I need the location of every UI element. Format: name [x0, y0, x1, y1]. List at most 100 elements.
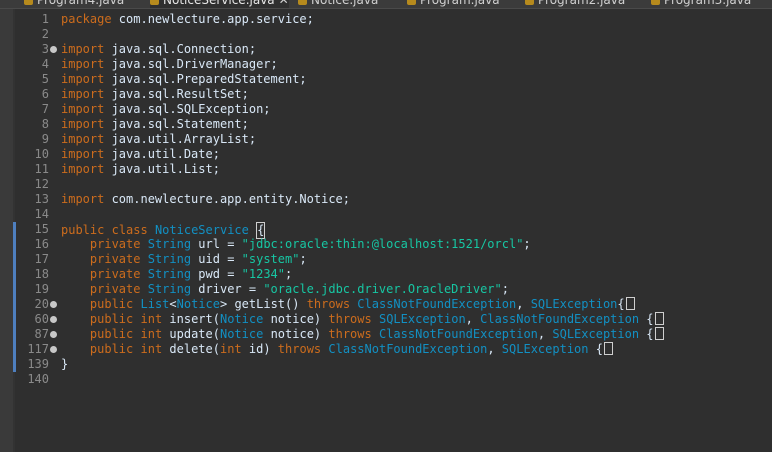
java-file-icon [651, 0, 660, 5]
keyword-token: import [61, 42, 105, 56]
keyword-token: import [61, 147, 105, 161]
fold-toggle-icon[interactable] [50, 331, 57, 338]
code-line: 11 import java.util.List; [0, 162, 772, 177]
plain-token: url = [191, 237, 242, 251]
code-text[interactable]: import java.util.ArrayList; [61, 132, 256, 147]
code-text[interactable]: public int update(Notice notice) throws … [61, 327, 664, 342]
keyword-token: int [140, 327, 163, 341]
code-text[interactable]: private String driver = "oracle.jdbc.dri… [61, 282, 509, 297]
tab-label: Program2.java [538, 0, 626, 7]
plain-token: delete( [162, 342, 220, 356]
keyword-token: private [89, 267, 141, 281]
code-text[interactable]: import java.sql.SQLException; [61, 102, 271, 117]
plain-token: java.sql.ResultSet; [104, 87, 249, 101]
type-token: Notice [176, 297, 220, 311]
close-icon[interactable]: ✕ [279, 0, 289, 7]
type-token: String [147, 237, 192, 251]
fold-toggle-icon[interactable] [50, 346, 57, 353]
code-text[interactable]: import java.util.Date; [61, 147, 220, 162]
line-number: 18 [34, 267, 49, 281]
code-text[interactable]: } [61, 357, 68, 372]
code-text[interactable]: import java.sql.Statement; [61, 117, 249, 132]
line-number: 19 [34, 282, 49, 296]
code-text[interactable]: private String pwd = "1234"; [61, 267, 292, 282]
plain-token: } [61, 357, 69, 371]
type-token: List [140, 297, 170, 311]
code-text[interactable]: import java.util.List; [61, 162, 220, 177]
tab-program-java[interactable]: Program.java [407, 0, 500, 8]
line-number: 117 [27, 342, 49, 356]
code-line: 19 private String driver = "oracle.jdbc.… [0, 282, 772, 297]
code-text[interactable]: private String uid = "system"; [61, 252, 307, 267]
tab-program2-java[interactable]: Program2.java [525, 0, 625, 8]
tab-notice-java[interactable]: Notice.java [298, 0, 378, 8]
code-line: 2 [0, 27, 772, 42]
plain-token: driver = [191, 282, 264, 296]
code-text[interactable]: private String url = "jdbc:oracle:thin:@… [61, 237, 531, 252]
code-text[interactable]: import com.newlecture.app.entity.Notice; [61, 192, 350, 207]
collapsed-code-indicator [654, 312, 664, 325]
code-text[interactable]: import java.sql.DriverManager; [61, 57, 278, 72]
keyword-token: package [61, 12, 112, 26]
code-line: 12 [0, 177, 772, 192]
line-number: 9 [41, 132, 49, 146]
string-token: "oracle.jdbc.driver.OracleDriver" [263, 282, 502, 296]
code-text[interactable]: import java.sql.PreparedStatement; [61, 72, 307, 87]
code-line: 10 import java.util.Date; [0, 147, 772, 162]
code-text[interactable]: public int delete(int id) throws ClassNo… [61, 342, 613, 357]
plain-token: ; [501, 282, 509, 296]
code-line: 139} [0, 357, 772, 372]
line-number: 5 [41, 72, 49, 86]
code-text[interactable]: public int insert(Notice notice) throws … [61, 312, 664, 327]
keyword-token: import [61, 162, 105, 176]
plain-token: java.util.Date; [104, 147, 220, 161]
keyword-token: throws [306, 297, 351, 311]
type-token: SQLException [501, 342, 589, 356]
fold-toggle-icon[interactable] [50, 316, 57, 323]
keyword-token: private [89, 282, 141, 296]
fold-toggle-icon[interactable] [50, 46, 57, 53]
type-token: Notice [219, 312, 264, 326]
code-line: 6 import java.sql.ResultSet; [0, 87, 772, 102]
line-number: 87 [34, 327, 49, 341]
line-number: 10 [34, 147, 49, 161]
tab-noticeservice-java[interactable]: NoticeService.java ✕ [150, 0, 289, 8]
tab-label: Notice.java [311, 0, 379, 7]
tab-program3-java[interactable]: Program3.java [651, 0, 751, 8]
java-file-icon [150, 0, 159, 5]
plain-token: insert( [162, 312, 220, 326]
code-text[interactable]: import java.sql.Connection; [61, 42, 256, 57]
keyword-token: class [111, 223, 148, 237]
code-text[interactable]: import java.sql.ResultSet; [61, 87, 249, 102]
code-line: 8 import java.sql.Statement; [0, 117, 772, 132]
collapsed-code-indicator [654, 327, 664, 340]
plain-token: java.sql.Connection; [104, 42, 257, 56]
tab-program4-java[interactable]: Program4.java [24, 0, 124, 8]
plain-token: id) [241, 342, 278, 356]
string-token: "jdbc:oracle:thin:@localhost:1521/orcl" [241, 237, 524, 251]
string-token: "system" [241, 252, 300, 266]
type-token: ClassNotFoundException [378, 327, 538, 341]
type-token: String [147, 252, 192, 266]
keyword-token: private [89, 237, 141, 251]
string-token: "1234" [241, 267, 286, 281]
plain-token: java.sql.SQLException; [104, 102, 271, 116]
code-text[interactable]: public List<Notice> getList() throws Cla… [61, 297, 635, 312]
fold-toggle-icon[interactable] [50, 301, 57, 308]
code-text[interactable]: package com.newlecture.app.service; [61, 12, 314, 27]
code-editor[interactable]: 1 package com.newlecture.app.service; 2 3 im… [0, 9, 772, 452]
code-line: 13 import com.newlecture.app.entity.Notic… [0, 192, 772, 207]
plain-token: ; [285, 267, 293, 281]
type-token: ClassNotFoundException [357, 297, 517, 311]
plain-token: < [169, 297, 177, 311]
